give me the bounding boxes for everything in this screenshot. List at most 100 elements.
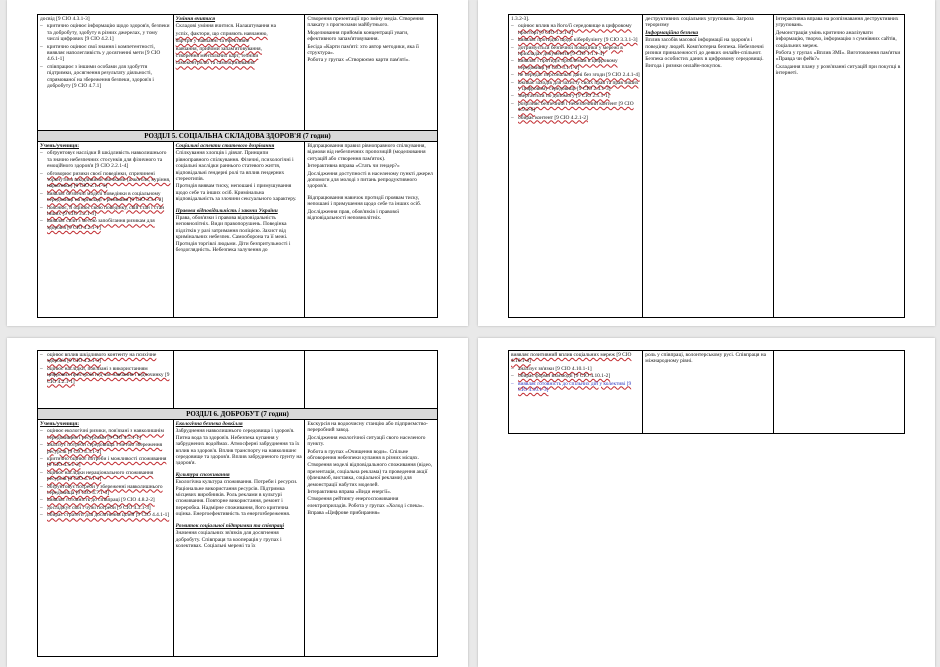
outcome-item: обґрунтовує наслідки й шкідливість навко… [40,150,171,169]
activities-cell [305,351,437,408]
paragraph: Робота у групах «Створюємо карти пам'яті… [307,57,410,64]
paragraph: роль у співпраці, волонтерському русі. С… [645,352,767,365]
outcome-item: критично оцінює потреби і можливості спо… [40,456,171,469]
paragraph: Інтерактивна вправа «Стать чи ґендер?» [307,163,400,170]
outcome-item: звертається по допомогу [9 СІО 2.5.1-1] [511,93,640,100]
paragraph: Значення соціальних зв'язків для досягне… [175,530,282,549]
activities-cell: Відпрацювання правил рівноправного спілк… [305,142,437,317]
outcome-item: розрізняє безпечний і небезпечний контен… [511,101,640,114]
paragraph: Вплив засобів масової інформації на здор… [645,37,764,69]
content-cell [174,351,306,408]
curriculum-table: виявляє позитивний вплив соціальних мере… [508,350,905,434]
outcome-item: оцінює вплив на його/її середовище в циф… [511,23,640,36]
paragraph: Екологічна культура споживання. Потреби … [175,479,298,518]
paragraph: Забруднення навколишнього середовища і з… [175,428,302,467]
outcomes-cell: оцінює вплив шкідливого контенту на псих… [38,351,174,408]
table-row: виявляє позитивний вплив соціальних мере… [509,351,904,433]
content-cell: деструктивних соціальних угруповань. Заг… [643,15,774,317]
outcome-item: виявляє і протидіє проблемам в цифровому… [511,58,640,71]
paragraph: Створення моделі відповідального спожива… [307,462,433,488]
paragraph: навчання, прийоми запам'ятовування, [175,45,263,52]
paragraph: Спілкування хлопців і дівчат. Принципи р… [175,150,294,183]
paragraph: Створення презентації про зміну медіа. С… [307,16,424,29]
outcome-item: критично оцінює інформацію щодо здоров'я… [40,23,171,42]
outcome-item: пояснює, й оцінює свою поведінку, свій с… [40,205,171,218]
outcomes-cell: досвід [9 СІО 4.3.1-3]критично оцінює ін… [38,15,174,130]
outcome-item: виявляє готовність до спільних дій у кол… [511,381,640,394]
activities-cell: Створення презентації про зміну медіа. С… [305,15,437,130]
paragraph: досвід [9 СІО 4.3.1-3] [40,16,90,22]
section-heading: РОЗДІЛ 5. СОЦІАЛЬНА СКЛАДОВА ЗДОРОВ'Я (7… [38,131,437,142]
outcome-item: виявляє сили з метою запобігання ризикам… [40,218,171,231]
document-page-2: 1.3.2-3].оцінює вплив на його/її середов… [478,0,935,326]
paragraph: Учень/учениця: [40,421,80,427]
curriculum-table: оцінює вплив шкідливого контенту на псих… [37,350,438,657]
topic-heading: Культура споживання [175,471,230,478]
outcomes-cell: виявляє позитивний вплив соціальних мере… [509,351,644,433]
paragraph: Робота в групах «Очищення води». Спільне… [307,448,419,462]
document-page-4: виявляє позитивний вплив соціальних мере… [478,338,935,667]
paragraph: Інтерактивна вправа «Види енергії». [307,489,392,496]
outcome-item: обґрунтовує потреби у збереженні навколи… [40,484,171,497]
paragraph: Демонстрація умінь критично аналізувати … [775,29,897,49]
paragraph: бар'єри у навчанні та ефективне [175,38,250,45]
outcome-item: досліджує свої і чужі потреби [9 СІО 4.3… [40,505,171,512]
outcome-item: співпрацює з іншими особами для здобуття… [40,64,171,90]
outcome-item: виявляє готовність до співпраці [9 СІО 4… [40,497,171,504]
outcome-item: оцінює наслідки, пов'язані з використанн… [40,366,171,385]
paragraph: Дослідження екологічної ситуації свого н… [307,434,426,448]
curriculum-table: досвід [9 СІО 4.3.1-3]критично оцінює ін… [37,14,438,318]
topic-heading: Розвиток соціальної підтримки та співпра… [175,522,284,529]
curriculum-table: 1.3.2-3].оцінює вплив на його/її середов… [508,14,905,318]
topic-heading: Інформаційна безпека [645,29,699,36]
paragraph: Складові уміння вчитися. Налаштування на [175,23,276,30]
table-row: оцінює вплив шкідливого контенту на псих… [38,351,437,409]
activities-cell [774,351,904,433]
paragraph: 1.3.2-3]. [511,16,530,22]
paragraph: деструктивних соціальних угруповань. Заг… [645,16,754,29]
outcome-item: обирає контент [9 СІО 4.2.1-2] [511,115,640,122]
table-row: Учень/учениця:оцінює екологічні ризики, … [38,420,437,656]
paragraph: Інтерактивна вправа на розпізнавання дес… [775,16,899,29]
outcome-item: оцінює екологічні ризики, пов'язані з на… [40,428,171,441]
paragraph: Протидія виявам тиску, непошані і примуш… [175,183,297,203]
table-row: 1.3.2-3].оцінює вплив на його/її середов… [509,15,904,317]
outcome-item: виявляє протидію щодо кібербулінгу [9 СІ… [511,37,640,44]
content-cell: Соціальні аспекти статевого дозрівання Сп… [174,142,306,317]
paragraph: Дослідження прав, обов'язків і правової … [307,208,400,222]
topic-heading: Соціальні аспекти статевого дозрівання [175,143,275,149]
outcome-item: аналізує зв'язки [9 СІО 4.10.1-1] [511,366,640,373]
paragraph: Права, обов'язки і правова відповідальні… [175,215,291,254]
paragraph: успіх, фактори, що сприяють навчанню, [175,30,268,37]
paragraph: створення ментальних карт, техніки [175,53,259,60]
outcome-item: виявляє безпечні моделі поведінки в соці… [40,191,171,204]
paragraph: Створення рейтингу енергоспоживання елек… [307,496,424,509]
paragraph: Учень/учениця: [40,143,80,149]
topic-heading: Правова відповідальність і закони Україн… [175,207,278,214]
paragraph: Екскурсія на водоочисну станцію або підп… [307,421,428,434]
outcome-item: критично оцінює свої знання і компетентн… [40,44,171,63]
paragraph: Моделювання прийомів концентрації уваги,… [307,29,409,43]
content-cell: роль у співпраці, волонтерському русі. С… [643,351,774,433]
activities-cell: Інтерактивна вправа на розпізнавання дес… [774,15,904,317]
outcome-item: не передає персональні дані без згоди [9… [511,72,640,79]
content-cell: Уміння вчитися Складові уміння вчитися. Н… [174,15,306,130]
paragraph: Бесіда «Карти пам'яті: хто автор методик… [307,43,419,57]
outcome-item: вживає заходів для захисту своїх прав та… [511,80,640,93]
paragraph: Відпрацювання навичок протидії проявам т… [307,194,422,208]
paragraph: Вправа «Цифрове прибирання» [307,510,380,517]
outcome-item: аналізує потреби середовища з метою збер… [40,442,171,455]
activities-cell: Екскурсія на водоочисну станцію або підп… [305,420,437,656]
paragraph: Робота у групах «Вплив ЗМІ». Виготовленн… [775,50,901,63]
paragraph: Відпрацювання правил рівноправного спілк… [307,143,426,162]
outcome-item: дотримується безпечної поведінки у мереж… [511,45,640,58]
document-page-3: оцінює вплив шкідливого контенту на псих… [7,338,468,667]
table-row: досвід [9 СІО 4.3.1-3]критично оцінює ін… [38,15,437,131]
outcome-item: оцінює вплив шкідливого контенту на псих… [40,352,171,365]
paragraph: виявляє позитивний вплив соціальних мере… [511,352,632,365]
document-page-1: досвід [9 СІО 4.3.1-3]критично оцінює ін… [7,0,468,326]
outcome-item: обирає стратегії для досягнення цілей [9… [40,512,171,519]
paragraph: самоконтролю та самооцінювання [175,60,255,67]
topic-heading: Екологічна безпека довкілля [175,421,243,427]
paragraph: Дослідження доступності в населеному пун… [307,170,433,190]
